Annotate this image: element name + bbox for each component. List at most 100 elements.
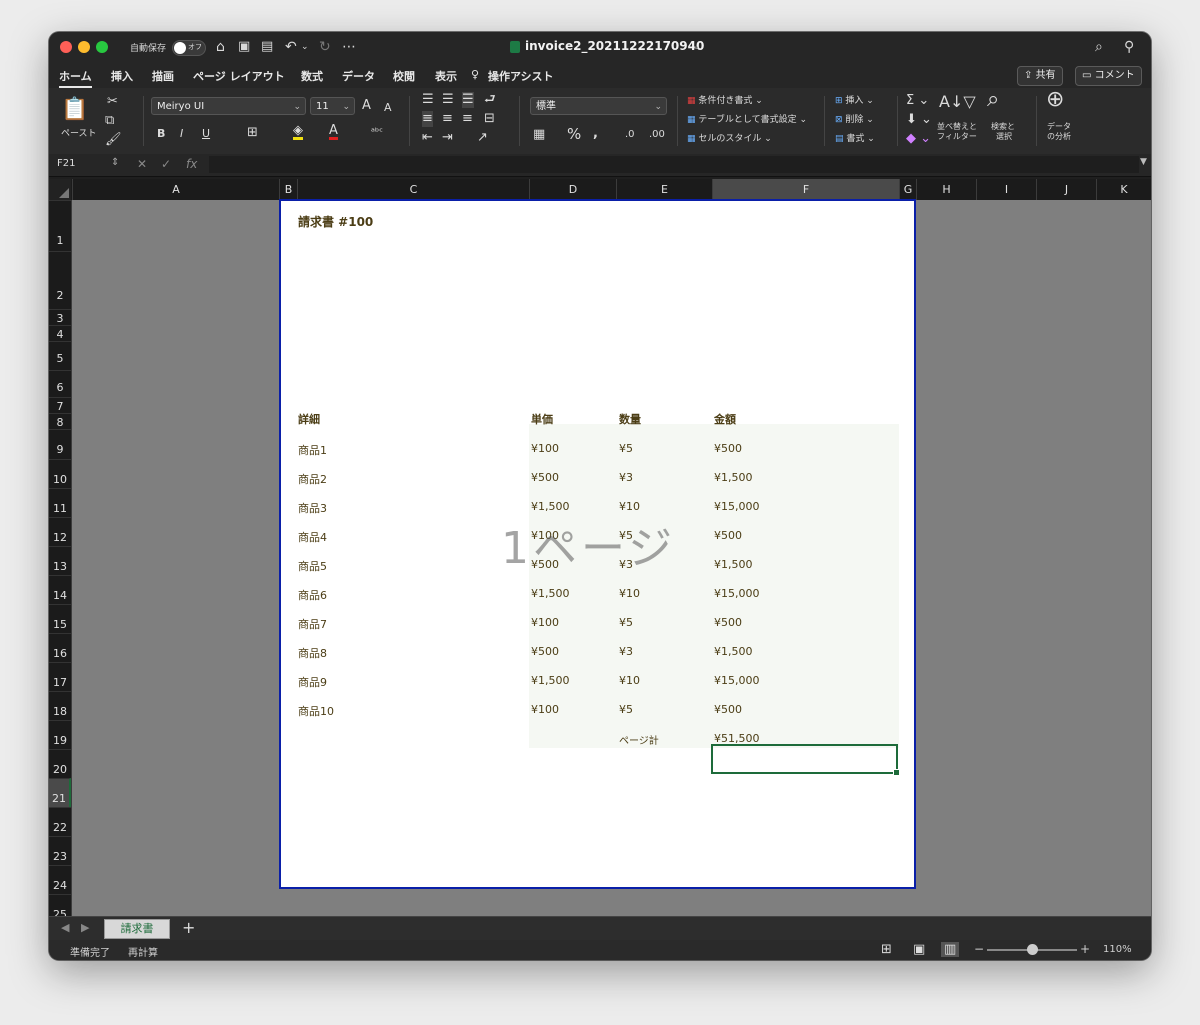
borders-icon[interactable]: ⊞ xyxy=(247,125,258,141)
column-header-k[interactable]: K xyxy=(1096,179,1151,200)
row-header[interactable]: 10 xyxy=(49,459,71,488)
decrease-indent-icon[interactable]: ⇤ xyxy=(422,130,433,146)
save-as-icon[interactable]: ▤ xyxy=(261,38,273,56)
item-qty[interactable]: ¥10 xyxy=(619,587,640,600)
fill-icon[interactable]: ⬇ ⌄ xyxy=(906,112,932,128)
item-qty[interactable]: ¥3 xyxy=(619,471,633,484)
autosave-toggle[interactable]: オフ xyxy=(172,40,206,56)
item-amount[interactable]: ¥15,000 xyxy=(714,674,760,687)
undo-icon[interactable]: ↶ xyxy=(285,38,297,56)
cancel-icon[interactable]: ✕ xyxy=(137,157,147,171)
percent-icon[interactable]: % xyxy=(567,126,581,142)
row-header[interactable]: 25 xyxy=(49,894,71,921)
insert-cells-button[interactable]: ⊞ 挿入 ⌄ xyxy=(835,95,874,107)
column-header-g[interactable]: G xyxy=(899,179,916,200)
row-header[interactable]: 14 xyxy=(49,575,71,604)
account-icon[interactable]: ⚲ xyxy=(1124,38,1134,56)
home-icon[interactable]: ⌂ xyxy=(216,38,225,56)
item-amount[interactable]: ¥500 xyxy=(714,616,742,629)
item-price[interactable]: ¥100 xyxy=(531,616,559,629)
zoom-out-icon[interactable]: − xyxy=(974,942,984,956)
select-all-button[interactable] xyxy=(49,179,71,200)
copy-icon[interactable]: ⧉ xyxy=(105,113,114,129)
zoom-level[interactable]: 110% xyxy=(1103,944,1132,955)
column-header-b[interactable]: B xyxy=(279,179,297,200)
item-price[interactable]: ¥1,500 xyxy=(531,587,570,600)
row-header[interactable]: 17 xyxy=(49,662,71,691)
item-name[interactable]: 商品2 xyxy=(298,471,327,487)
formula-expand-icon[interactable]: ▼ xyxy=(1140,157,1147,167)
align-top-icon[interactable]: ☰ xyxy=(422,92,434,108)
status-recalc[interactable]: 再計算 xyxy=(128,944,158,959)
minimize-window-button[interactable] xyxy=(78,41,90,53)
item-name[interactable]: 商品8 xyxy=(298,645,327,661)
column-header-j[interactable]: J xyxy=(1036,179,1096,200)
number-format-select[interactable]: 標準 ⌄ xyxy=(530,97,667,115)
align-middle-icon[interactable]: ☰ xyxy=(442,92,454,108)
clear-icon[interactable]: ◆ ⌄ xyxy=(906,131,931,147)
zoom-window-button[interactable] xyxy=(96,41,108,53)
item-name[interactable]: 商品9 xyxy=(298,674,327,690)
cut-icon[interactable]: ✂ xyxy=(107,94,118,110)
item-amount[interactable]: ¥1,500 xyxy=(714,558,753,571)
item-price[interactable]: ¥100 xyxy=(531,442,559,455)
search-icon[interactable]: ⌕ xyxy=(1095,38,1103,56)
row-header[interactable]: 24 xyxy=(49,865,71,894)
fill-handle[interactable] xyxy=(893,769,900,776)
comment-button[interactable]: ▭ コメント xyxy=(1075,66,1142,86)
phonetic-icon[interactable]: ᵃᵇᶜ xyxy=(371,125,383,141)
item-name[interactable]: 商品7 xyxy=(298,616,327,632)
tab-data[interactable]: データ xyxy=(342,68,375,84)
comma-icon[interactable]: , xyxy=(593,126,598,142)
more-icon[interactable]: ⋯ xyxy=(342,38,356,56)
title-chevron-down-icon[interactable]: ⌄ xyxy=(692,38,700,56)
underline-icon[interactable]: U xyxy=(202,126,210,142)
header-unit-price[interactable]: 単価 xyxy=(531,411,553,427)
format-painter-icon[interactable]: 🖌 xyxy=(105,132,122,148)
orientation-icon[interactable]: ↗ xyxy=(477,130,488,146)
decrease-decimal-icon[interactable]: .00 xyxy=(649,127,665,143)
tab-home[interactable]: ホーム xyxy=(59,68,92,88)
column-header-a[interactable]: A xyxy=(72,179,279,200)
item-price[interactable]: ¥500 xyxy=(531,645,559,658)
function-icon[interactable]: fx xyxy=(186,157,197,171)
increase-indent-icon[interactable]: ⇥ xyxy=(442,130,453,146)
row-header[interactable]: 23 xyxy=(49,836,71,865)
tab-draw[interactable]: 描画 xyxy=(152,68,174,84)
italic-icon[interactable]: I xyxy=(180,126,183,142)
item-amount[interactable]: ¥15,000 xyxy=(714,500,760,513)
align-center-icon[interactable]: ≡ xyxy=(442,111,453,127)
zoom-in-icon[interactable]: + xyxy=(1080,942,1090,956)
decrease-font-icon[interactable]: A xyxy=(384,100,392,116)
tab-formulas[interactable]: 数式 xyxy=(301,68,323,84)
item-qty[interactable]: ¥5 xyxy=(619,703,633,716)
item-amount[interactable]: ¥500 xyxy=(714,442,742,455)
delete-cells-button[interactable]: ⊠ 削除 ⌄ xyxy=(835,114,874,126)
tab-view[interactable]: 表示 xyxy=(435,68,457,84)
font-color-icon[interactable]: A xyxy=(329,124,338,140)
item-qty[interactable]: ¥10 xyxy=(619,674,640,687)
row-header[interactable]: 18 xyxy=(49,691,71,720)
item-qty[interactable]: ¥3 xyxy=(619,645,633,658)
item-amount[interactable]: ¥500 xyxy=(714,529,742,542)
lightbulb-icon[interactable]: ♀ xyxy=(471,68,479,81)
page-total-label[interactable]: ページ計 xyxy=(619,732,659,747)
align-left-icon[interactable]: ≡ xyxy=(422,111,433,127)
normal-view-icon[interactable]: ⊞ xyxy=(881,942,892,957)
close-window-button[interactable] xyxy=(60,41,72,53)
row-header[interactable]: 13 xyxy=(49,546,71,575)
item-amount[interactable]: ¥15,000 xyxy=(714,587,760,600)
row-header[interactable]: 11 xyxy=(49,488,71,517)
item-name[interactable]: 商品1 xyxy=(298,442,327,458)
item-qty[interactable]: ¥5 xyxy=(619,442,633,455)
table-format-button[interactable]: ▦ テーブルとして書式設定 ⌄ xyxy=(687,114,807,126)
row-header[interactable]: 3 xyxy=(49,309,71,325)
header-quantity[interactable]: 数量 xyxy=(619,411,641,427)
tab-assist[interactable]: 操作アシスト xyxy=(488,68,554,84)
prev-sheet-icon[interactable]: ◀ xyxy=(61,921,69,934)
row-header[interactable]: 20 xyxy=(49,749,71,778)
increase-font-icon[interactable]: A xyxy=(362,98,371,114)
row-header[interactable]: 12 xyxy=(49,517,71,546)
column-header-f[interactable]: F xyxy=(712,179,899,200)
column-header-i[interactable]: I xyxy=(976,179,1036,200)
